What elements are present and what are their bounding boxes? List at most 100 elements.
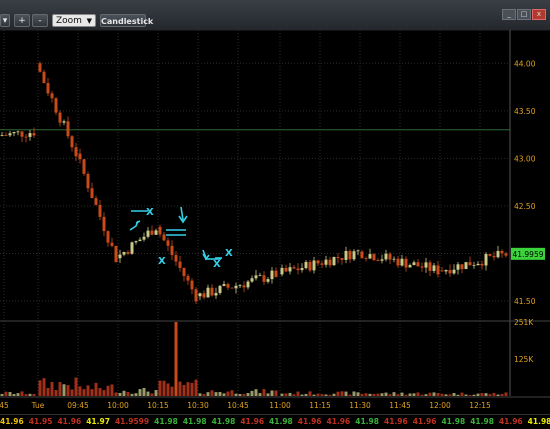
volume-bar xyxy=(320,394,324,396)
time-tick-label: 12:15 xyxy=(469,401,491,410)
volume-bar xyxy=(234,393,238,396)
candle-body xyxy=(280,267,284,275)
candle-body xyxy=(408,265,412,268)
candle-body xyxy=(150,230,154,235)
candle-body xyxy=(424,262,428,268)
zoom-out-button[interactable]: - xyxy=(32,14,48,27)
volume-bar xyxy=(254,389,258,396)
volume-bar xyxy=(388,394,392,396)
ticker-price: 41.98 xyxy=(269,417,293,426)
candle-body xyxy=(428,262,432,271)
candle-body xyxy=(134,241,138,243)
candle-body xyxy=(384,253,388,260)
volume-bar xyxy=(344,391,348,396)
volume-bar xyxy=(178,381,182,396)
volume-bar xyxy=(424,394,428,396)
candle-body xyxy=(24,136,28,138)
candle-body xyxy=(316,260,320,264)
ticker-price: 41.98 xyxy=(527,417,550,426)
volume-bar xyxy=(118,392,122,396)
candle-body xyxy=(118,254,122,259)
candle-body xyxy=(496,250,500,258)
volume-bar xyxy=(246,393,250,396)
candle-body xyxy=(222,284,226,286)
chevron-down-icon: ▼ xyxy=(86,17,92,25)
candle-body xyxy=(226,284,230,288)
minimize-button[interactable]: _ xyxy=(502,9,516,20)
x-annotation: X xyxy=(146,207,154,218)
volume-bar xyxy=(328,394,332,396)
candle-body xyxy=(62,121,66,123)
volume-bar xyxy=(170,386,174,396)
volume-bar xyxy=(210,390,214,396)
candle-body xyxy=(122,251,126,255)
volume-bar xyxy=(0,393,4,396)
candle-body xyxy=(254,275,258,279)
candle-body xyxy=(20,131,24,137)
volume-bar xyxy=(376,393,380,396)
volume-bar xyxy=(182,385,186,396)
candle-body xyxy=(304,261,308,269)
candle-body xyxy=(396,258,400,266)
price-tick-label: 44.00 xyxy=(514,59,536,68)
volume-bar xyxy=(280,393,284,396)
time-tick-label: 10:30 xyxy=(187,401,209,410)
candle-body xyxy=(296,268,300,271)
volume-bar xyxy=(78,386,82,396)
volume-bar xyxy=(312,394,316,396)
chart-type-button[interactable]: Candlestick xyxy=(100,14,153,27)
candle-body xyxy=(440,270,444,272)
candle-body xyxy=(456,264,460,270)
candle-body xyxy=(504,253,508,256)
volume-bar xyxy=(154,390,158,396)
zoom-select[interactable]: Zoom ▼ xyxy=(52,14,96,27)
arrow-annotation xyxy=(178,206,188,224)
candle-body xyxy=(58,112,62,123)
candle-body xyxy=(472,265,476,266)
candle-body xyxy=(70,136,74,148)
candle-body xyxy=(352,251,356,260)
volume-bar xyxy=(230,390,234,396)
candle-body xyxy=(214,292,218,296)
volume-bar xyxy=(404,394,408,396)
volume-bar xyxy=(150,393,154,396)
candle-body xyxy=(66,121,70,137)
volume-bar xyxy=(138,389,142,396)
candle-body xyxy=(392,258,396,260)
volume-bar xyxy=(20,391,24,396)
candle-body xyxy=(90,188,94,199)
candle-body xyxy=(488,254,492,256)
volume-bar xyxy=(126,391,130,396)
candle-body xyxy=(242,285,246,288)
candle-body xyxy=(162,234,166,241)
volume-bar xyxy=(8,392,12,396)
candle-body xyxy=(0,135,4,137)
volume-bar xyxy=(288,392,292,396)
volume-bar xyxy=(356,392,360,396)
ticker-price: 41.96 xyxy=(57,417,82,426)
volume-bar xyxy=(500,394,504,396)
candle-body xyxy=(364,258,368,259)
volume-bar xyxy=(66,385,70,396)
candle-body xyxy=(332,257,336,266)
x-annotation: X xyxy=(213,259,221,270)
candle-body xyxy=(234,285,238,289)
close-button[interactable]: x xyxy=(532,9,546,20)
time-tick-label: 11:15 xyxy=(309,401,331,410)
zoom-in-button[interactable]: + xyxy=(14,14,30,27)
volume-spike-bar xyxy=(174,322,178,396)
volume-bar xyxy=(146,391,150,396)
volume-bar xyxy=(360,393,364,396)
candle-body xyxy=(8,133,12,136)
volume-bar xyxy=(70,389,74,396)
candle-body xyxy=(194,289,198,302)
volume-bar xyxy=(258,393,262,396)
symbol-dropdown[interactable]: ▾ xyxy=(0,14,10,27)
volume-bar xyxy=(24,394,28,396)
maximize-button[interactable]: □ xyxy=(517,9,531,20)
candle-body xyxy=(230,287,234,289)
candle-body xyxy=(102,216,106,232)
time-tick-label: 10:15 xyxy=(147,401,169,410)
candle-body xyxy=(460,264,464,270)
candle-body xyxy=(320,263,324,265)
